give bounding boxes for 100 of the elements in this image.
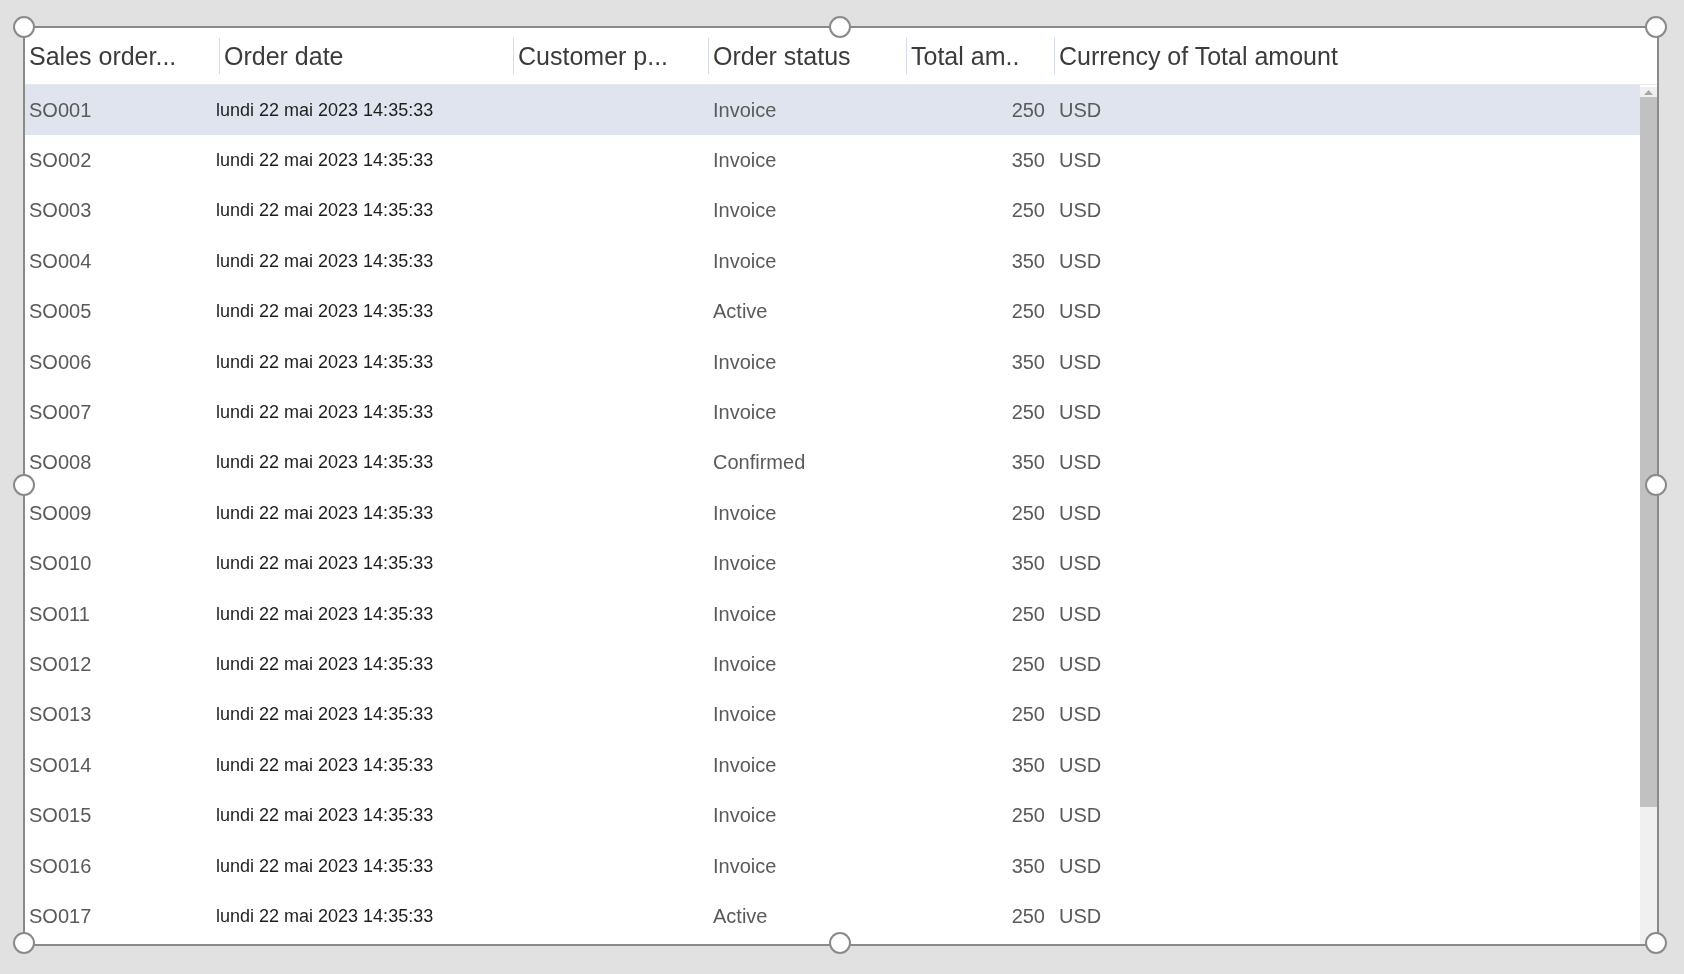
table-row[interactable]: SO015 lundi 22 mai 2023 14:35:33 Invoice 250 USD [25, 790, 1640, 841]
table-cell: USD [1059, 804, 1102, 827]
table-cell: 250 [1011, 904, 1045, 927]
table-row[interactable]: SO014 lundi 22 mai 2023 14:35:33 Invoice 350 USD [25, 740, 1640, 791]
table-cell: lundi 22 mai 2023 14:35:33 [216, 553, 434, 574]
table-cell: SO011 [29, 602, 90, 625]
table-cell: 250 [1011, 653, 1045, 675]
table-row[interactable]: SO001 lundi 22 mai 2023 14:35:33 Invoice 250 USD [25, 85, 1640, 136]
table-row[interactable]: SO010 lundi 22 mai 2023 14:35:33 Invoice 350 USD [25, 538, 1640, 589]
table-cell: SO001 [29, 98, 92, 121]
resize-handle[interactable] [829, 932, 851, 954]
table-cell: 350 [1011, 451, 1045, 474]
table-cell: lundi 22 mai 2023 14:35:33 [216, 603, 434, 624]
table-row[interactable]: SO017 lundi 22 mai 2023 14:35:33 Active 250 USD [25, 891, 1640, 942]
column-header[interactable]: Total am.. [911, 41, 1020, 71]
resize-handle[interactable] [1645, 932, 1667, 954]
table-row[interactable]: SO006 lundi 22 mai 2023 14:35:33 Invoice 350 USD [25, 336, 1640, 388]
table-row[interactable]: SO013 lundi 22 mai 2023 14:35:33 Invoice 250 USD [25, 689, 1640, 741]
table-cell: Active [713, 904, 768, 927]
table-cell: 250 [1011, 501, 1045, 524]
table-cell: USD [1059, 401, 1102, 424]
table-cell: lundi 22 mai 2023 14:35:33 [216, 654, 434, 674]
table-cell: 350 [1011, 854, 1045, 877]
table-cell: 250 [1011, 98, 1045, 121]
table-cell: USD [1059, 149, 1102, 172]
table-cell: lundi 22 mai 2023 14:35:33 [216, 805, 434, 826]
table-row[interactable]: SO016 lundi 22 mai 2023 14:35:33 Invoice 350 USD [25, 840, 1640, 892]
table-cell: SO009 [29, 501, 92, 524]
column-header[interactable]: Sales order... [29, 41, 177, 71]
table-cell: Invoice [713, 602, 777, 625]
table-cell: Invoice [713, 804, 777, 827]
table-cell: USD [1059, 501, 1102, 524]
table-cell: USD [1059, 854, 1102, 877]
column-header[interactable]: Order date [224, 41, 344, 71]
table-cell: SO013 [29, 703, 92, 726]
table-cell: USD [1059, 350, 1102, 373]
column-header[interactable]: Order status [713, 41, 851, 71]
resize-handle[interactable] [829, 16, 851, 38]
table-cell: lundi 22 mai 2023 14:35:33 [216, 301, 434, 322]
table-cell: lundi 22 mai 2023 14:35:33 [216, 351, 434, 372]
table-cell: SO016 [29, 854, 92, 877]
resize-handle[interactable] [1645, 16, 1667, 38]
resize-handle[interactable] [13, 16, 35, 38]
table-cell: lundi 22 mai 2023 14:35:33 [216, 250, 434, 271]
scrollbar-thumb[interactable] [1640, 97, 1657, 807]
table-cell: USD [1059, 753, 1102, 776]
table-cell: 250 [1011, 300, 1045, 323]
table-cell: Invoice [713, 98, 777, 121]
table-cell: USD [1059, 653, 1102, 675]
table-cell: 350 [1011, 552, 1045, 575]
table-cell: 250 [1011, 401, 1045, 424]
table-cell: Invoice [713, 703, 777, 726]
table-cell: 350 [1011, 350, 1045, 373]
table-cell: USD [1059, 98, 1102, 121]
table-cell: SO003 [29, 199, 92, 222]
table-cell: SO010 [29, 552, 92, 575]
table-row[interactable]: SO008 lundi 22 mai 2023 14:35:33 Confirmed 350 USD [25, 437, 1640, 489]
table-cell: Invoice [713, 199, 777, 222]
table-cell: Confirmed [713, 451, 806, 474]
table-cell: SO017 [29, 904, 92, 927]
table-cell: Invoice [713, 854, 777, 877]
table-cell: lundi 22 mai 2023 14:35:33 [216, 99, 434, 120]
table-cell: SO015 [29, 804, 92, 827]
table-cell: SO007 [29, 401, 92, 424]
table-cell: Invoice [713, 501, 777, 524]
table-cell: SO008 [29, 451, 92, 474]
table-row[interactable]: SO003 lundi 22 mai 2023 14:35:33 Invoice 250 USD [25, 185, 1640, 237]
column-header[interactable]: Currency of Total amount [1059, 41, 1338, 71]
table-row[interactable]: SO005 lundi 22 mai 2023 14:35:33 Active 250 USD [25, 286, 1640, 337]
table-cell: lundi 22 mai 2023 14:35:33 [216, 402, 434, 423]
table-cell: Invoice [713, 753, 777, 776]
table-row[interactable]: SO002 lundi 22 mai 2023 14:35:33 Invoice 350 USD [25, 135, 1640, 186]
table-cell: USD [1059, 703, 1102, 726]
table-cell: SO012 [29, 653, 92, 675]
table-cell: SO005 [29, 300, 92, 323]
table-row[interactable]: SO011 lundi 22 mai 2023 14:35:33 Invoice 250 USD [25, 588, 1640, 640]
table-cell: USD [1059, 552, 1102, 575]
table-cell: Invoice [713, 401, 777, 424]
table-row[interactable]: SO004 lundi 22 mai 2023 14:35:33 Invoice 350 USD [25, 236, 1640, 287]
scrollbar[interactable] [1640, 87, 1657, 944]
resize-handle[interactable] [13, 932, 35, 954]
table-cell: SO004 [29, 249, 92, 272]
table-cell: lundi 22 mai 2023 14:35:33 [216, 704, 434, 725]
table-cell: 350 [1011, 149, 1045, 172]
table-row[interactable]: SO009 lundi 22 mai 2023 14:35:33 Invoice 250 USD [25, 488, 1640, 539]
column-header[interactable]: Customer p... [518, 41, 669, 71]
table-cell: Invoice [713, 653, 777, 675]
table-row[interactable]: SO007 lundi 22 mai 2023 14:35:33 Invoice 250 USD [25, 387, 1640, 438]
table-cell: USD [1059, 300, 1102, 323]
table-cell: 250 [1011, 602, 1045, 625]
table-cell: lundi 22 mai 2023 14:35:33 [216, 855, 434, 876]
table-cell: USD [1059, 904, 1102, 927]
resize-handle[interactable] [1645, 474, 1667, 496]
table-cell: lundi 22 mai 2023 14:35:33 [216, 905, 434, 926]
table-cell: USD [1059, 249, 1102, 272]
table-cell: Invoice [713, 149, 777, 172]
table-cell: Invoice [713, 350, 777, 373]
resize-handle[interactable] [13, 474, 35, 496]
table-row[interactable]: SO012 lundi 22 mai 2023 14:35:33 Invoice 250 USD [25, 639, 1640, 690]
table-cell: 250 [1011, 804, 1045, 827]
